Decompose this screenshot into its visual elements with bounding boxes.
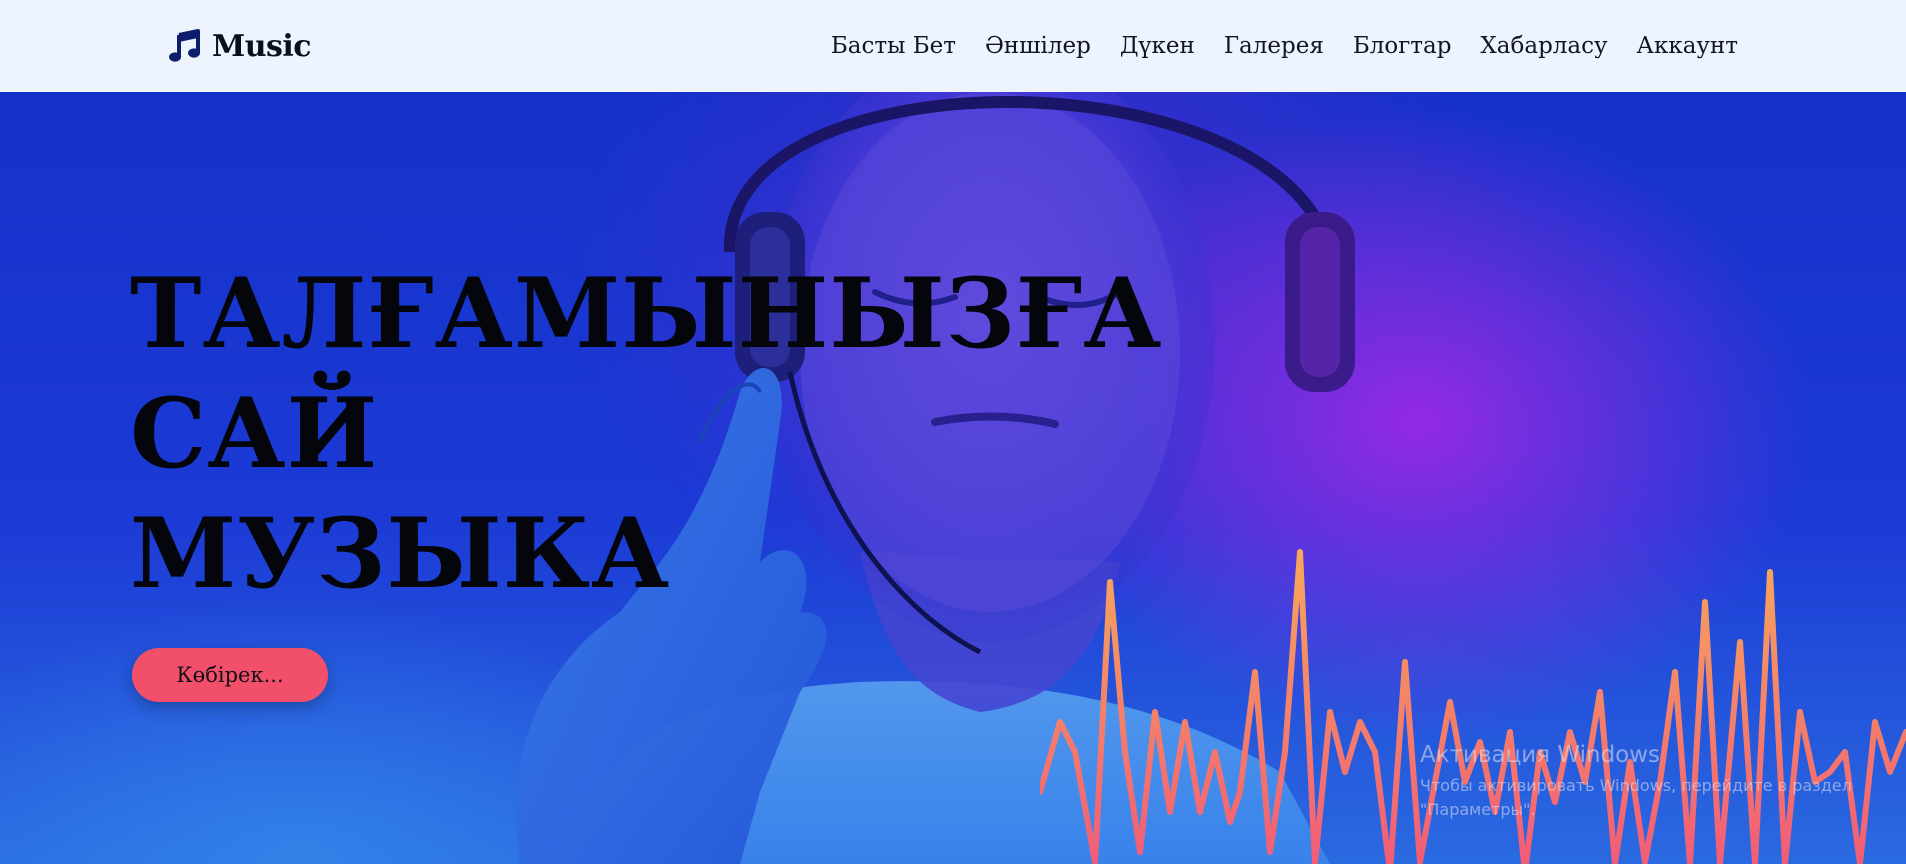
hero-title-line-2: САЙ [130, 377, 379, 490]
hero-section: ТАЛҒАМЫНЫЗҒА САЙ МУЗЫКА Көбірек... Актив… [0, 92, 1906, 864]
music-note-icon [169, 29, 200, 62]
nav-link-singers[interactable]: Әншілер [985, 33, 1091, 59]
windows-activation-watermark: Активация Windows Чтобы активировать Win… [1420, 742, 1890, 822]
nav-link-gallery[interactable]: Галерея [1224, 33, 1324, 59]
nav-link-home[interactable]: Басты Бет [831, 33, 956, 59]
nav-link-account[interactable]: Аккаунт [1637, 33, 1738, 59]
nav-menu: Басты Бет Әншілер Дүкен Галерея Блогтар … [831, 0, 1738, 92]
nav-link-blogs[interactable]: Блогтар [1353, 33, 1452, 59]
hero-title-line-3: МУЗЫКА [130, 497, 671, 610]
hero-title: ТАЛҒАМЫНЫЗҒА САЙ МУЗЫКА [130, 254, 1162, 614]
navbar: Music Басты Бет Әншілер Дүкен Галерея Бл… [0, 0, 1906, 92]
page: Music Басты Бет Әншілер Дүкен Галерея Бл… [0, 0, 1906, 864]
more-button[interactable]: Көбірек... [132, 648, 328, 702]
nav-link-contact[interactable]: Хабарласу [1480, 33, 1607, 59]
brand-name: Music [212, 28, 312, 64]
activation-text: Чтобы активировать Windows, перейдите в … [1420, 776, 1852, 819]
hero-title-line-1: ТАЛҒАМЫНЫЗҒА [130, 257, 1163, 370]
nav-link-shop[interactable]: Дүкен [1120, 33, 1195, 59]
brand-logo[interactable]: Music [168, 0, 312, 92]
activation-title: Активация Windows [1420, 742, 1661, 768]
